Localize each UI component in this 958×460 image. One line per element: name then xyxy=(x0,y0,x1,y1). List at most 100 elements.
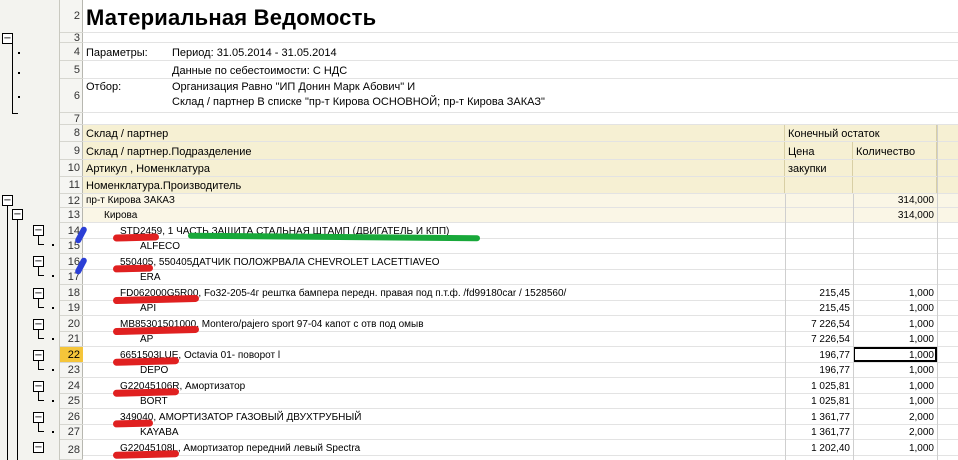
row-header-23[interactable]: 23 xyxy=(60,363,83,378)
item-qty[interactable]: 1,000 xyxy=(853,285,937,300)
row-header-7[interactable]: 7 xyxy=(60,113,83,125)
header-row-10: Артикул , Номенклатура закупки xyxy=(83,160,958,177)
collapse-item-button[interactable]: − xyxy=(33,381,44,392)
item-name: , Fo32-205-4г рештка бампера передн. пра… xyxy=(198,288,567,299)
manufacturer-name[interactable]: BORT xyxy=(137,394,785,408)
item-price[interactable]: 196,77 xyxy=(785,347,853,362)
header-manufacturer[interactable]: Номенклатура.Производитель xyxy=(83,177,785,193)
collapse-item-button[interactable]: − xyxy=(33,225,44,236)
subgroup-name[interactable]: Кирова xyxy=(101,208,785,222)
row-header-28[interactable]: 28 xyxy=(60,440,83,460)
item-description[interactable]: 6651503LUE, Octavia 01- поворот l xyxy=(117,347,785,362)
manufacturer-name[interactable]: KAYABA xyxy=(137,425,785,439)
row-header-24[interactable]: 24 xyxy=(60,378,83,394)
row-header-27[interactable]: 27 xyxy=(60,425,83,440)
manufacturer-qty[interactable]: 1,000 xyxy=(853,332,937,346)
collapse-subgroup-button[interactable]: − xyxy=(12,209,23,220)
item-qty[interactable]: 1,000 xyxy=(853,347,937,362)
manufacturer-price[interactable]: 1 361,77 xyxy=(785,425,853,439)
group-name[interactable]: пр-т Кирова ЗАКАЗ xyxy=(83,194,785,207)
header-warehouse[interactable]: Склад / партнер xyxy=(83,125,785,141)
item-qty[interactable]: 1,000 xyxy=(853,316,937,331)
header-purchase[interactable]: закупки xyxy=(785,160,853,176)
row-header-20[interactable]: 20 xyxy=(60,316,83,332)
item-description[interactable]: 550405, 550405ДАТЧИК ПОЛОЖРВАЛА CHEVROLE… xyxy=(117,254,785,269)
manufacturer-qty[interactable]: 1,000 xyxy=(853,363,937,377)
item-description[interactable]: 349040, АМОРТИЗАТОР ГАЗОВЫЙ ДВУХТРУБНЫЙ xyxy=(117,409,785,424)
item-price[interactable] xyxy=(785,223,853,238)
collapse-group-button[interactable]: − xyxy=(2,195,13,206)
row-header-19[interactable]: 19 xyxy=(60,301,83,316)
row-header-8[interactable]: 8 xyxy=(60,125,83,142)
row-header-9[interactable]: 9 xyxy=(60,142,83,160)
manufacturer-qty[interactable]: 1,000 xyxy=(853,301,937,315)
manufacturer-price[interactable]: 7 226,54 xyxy=(785,332,853,346)
item-qty[interactable] xyxy=(853,223,937,238)
row-header-12[interactable]: 12 xyxy=(60,194,83,208)
outline-gutter: − − − − − − − − − − − xyxy=(0,0,60,460)
collapse-item-button[interactable]: − xyxy=(33,319,44,330)
manufacturer-name[interactable]: API xyxy=(137,301,785,315)
report-title[interactable]: Материальная Ведомость xyxy=(83,0,683,32)
manufacturer-name[interactable]: ERA xyxy=(137,270,785,284)
row-header-5[interactable]: 5 xyxy=(60,61,83,79)
row-header-18[interactable]: 18 xyxy=(60,285,83,301)
item-price[interactable]: 7 226,54 xyxy=(785,316,853,331)
period-value[interactable]: Период: 31.05.2014 - 31.05.2014 xyxy=(169,43,669,60)
header-article[interactable]: Артикул , Номенклатура xyxy=(83,160,785,176)
item-price[interactable]: 1 025,81 xyxy=(785,378,853,393)
manufacturer-price[interactable] xyxy=(785,239,853,253)
filter-value[interactable]: Организация Равно "ИП Донин Марк Абович"… xyxy=(169,79,869,112)
cost-data-value[interactable]: Данные по себестоимости: С НДС xyxy=(169,61,669,78)
manufacturer-price[interactable]: 196,77 xyxy=(785,363,853,377)
manufacturer-price[interactable]: 215,45 xyxy=(785,301,853,315)
item-price[interactable]: 1 202,40 xyxy=(785,440,853,455)
collapse-item-button[interactable]: − xyxy=(33,442,44,453)
item-description[interactable]: G22045106R, Амортизатор xyxy=(117,378,785,393)
item-description[interactable]: G22045108L, Амортизатор передний левый S… xyxy=(117,440,785,455)
spreadsheet: Материальная Ведомость Параметры: Период… xyxy=(83,0,958,460)
item-qty[interactable]: 1,000 xyxy=(853,378,937,393)
collapse-item-button[interactable]: − xyxy=(33,288,44,299)
manufacturer-qty[interactable] xyxy=(853,270,937,284)
row-header-22[interactable]: 22 xyxy=(60,347,83,363)
manufacturer-name[interactable]: DEPO xyxy=(137,363,785,377)
item-qty[interactable]: 2,000 xyxy=(853,409,937,424)
manufacturer-price[interactable] xyxy=(785,270,853,284)
row-header-4[interactable]: 4 xyxy=(60,43,83,61)
item-name: , АМОРТИЗАТОР ГАЗОВЫЙ ДВУХТРУБНЫЙ xyxy=(153,412,362,423)
header-qty[interactable]: Количество xyxy=(853,142,937,159)
manufacturer-name[interactable]: AP xyxy=(137,332,785,346)
header-price[interactable]: Цена xyxy=(785,142,853,159)
item-qty[interactable] xyxy=(853,254,937,269)
filter-label[interactable]: Отбор: xyxy=(83,79,169,112)
manufacturer-qty[interactable]: 1,000 xyxy=(853,394,937,408)
item-price[interactable] xyxy=(785,254,853,269)
manufacturer-price[interactable]: 1 025,81 xyxy=(785,394,853,408)
row-header-10[interactable]: 10 xyxy=(60,160,83,177)
row-header-11[interactable]: 11 xyxy=(60,177,83,194)
row-header-26[interactable]: 26 xyxy=(60,409,83,425)
row-header-2[interactable]: 2 xyxy=(60,0,83,33)
header-end-balance[interactable]: Конечный остаток xyxy=(785,125,937,141)
row-header-21[interactable]: 21 xyxy=(60,332,83,347)
manufacturer-row: ALFECO xyxy=(83,239,958,254)
group-qty[interactable]: 314,000 xyxy=(853,194,937,207)
collapse-item-button[interactable]: − xyxy=(33,412,44,423)
item-price[interactable]: 215,45 xyxy=(785,285,853,300)
collapse-item-button[interactable]: − xyxy=(33,256,44,267)
item-price[interactable]: 1 361,77 xyxy=(785,409,853,424)
row-header-3[interactable]: 3 xyxy=(60,33,83,44)
row-header-6[interactable]: 6 xyxy=(60,79,83,113)
manufacturer-qty[interactable] xyxy=(853,239,937,253)
collapse-item-button[interactable]: − xyxy=(33,350,44,361)
params-label[interactable]: Параметры: xyxy=(83,43,169,60)
subgroup-qty[interactable]: 314,000 xyxy=(853,208,937,222)
item-description[interactable]: MB85301501000, Montero/pajero sport 97-0… xyxy=(117,316,785,331)
row-header-13[interactable]: 13 xyxy=(60,208,83,223)
manufacturer-qty[interactable]: 2,000 xyxy=(853,425,937,439)
item-qty[interactable]: 1,000 xyxy=(853,440,937,455)
row-header-25[interactable]: 25 xyxy=(60,394,83,409)
item-description[interactable]: FD062000G5R00, Fo32-205-4г рештка бампер… xyxy=(117,285,785,300)
header-division[interactable]: Склад / партнер.Подразделение xyxy=(83,142,785,159)
